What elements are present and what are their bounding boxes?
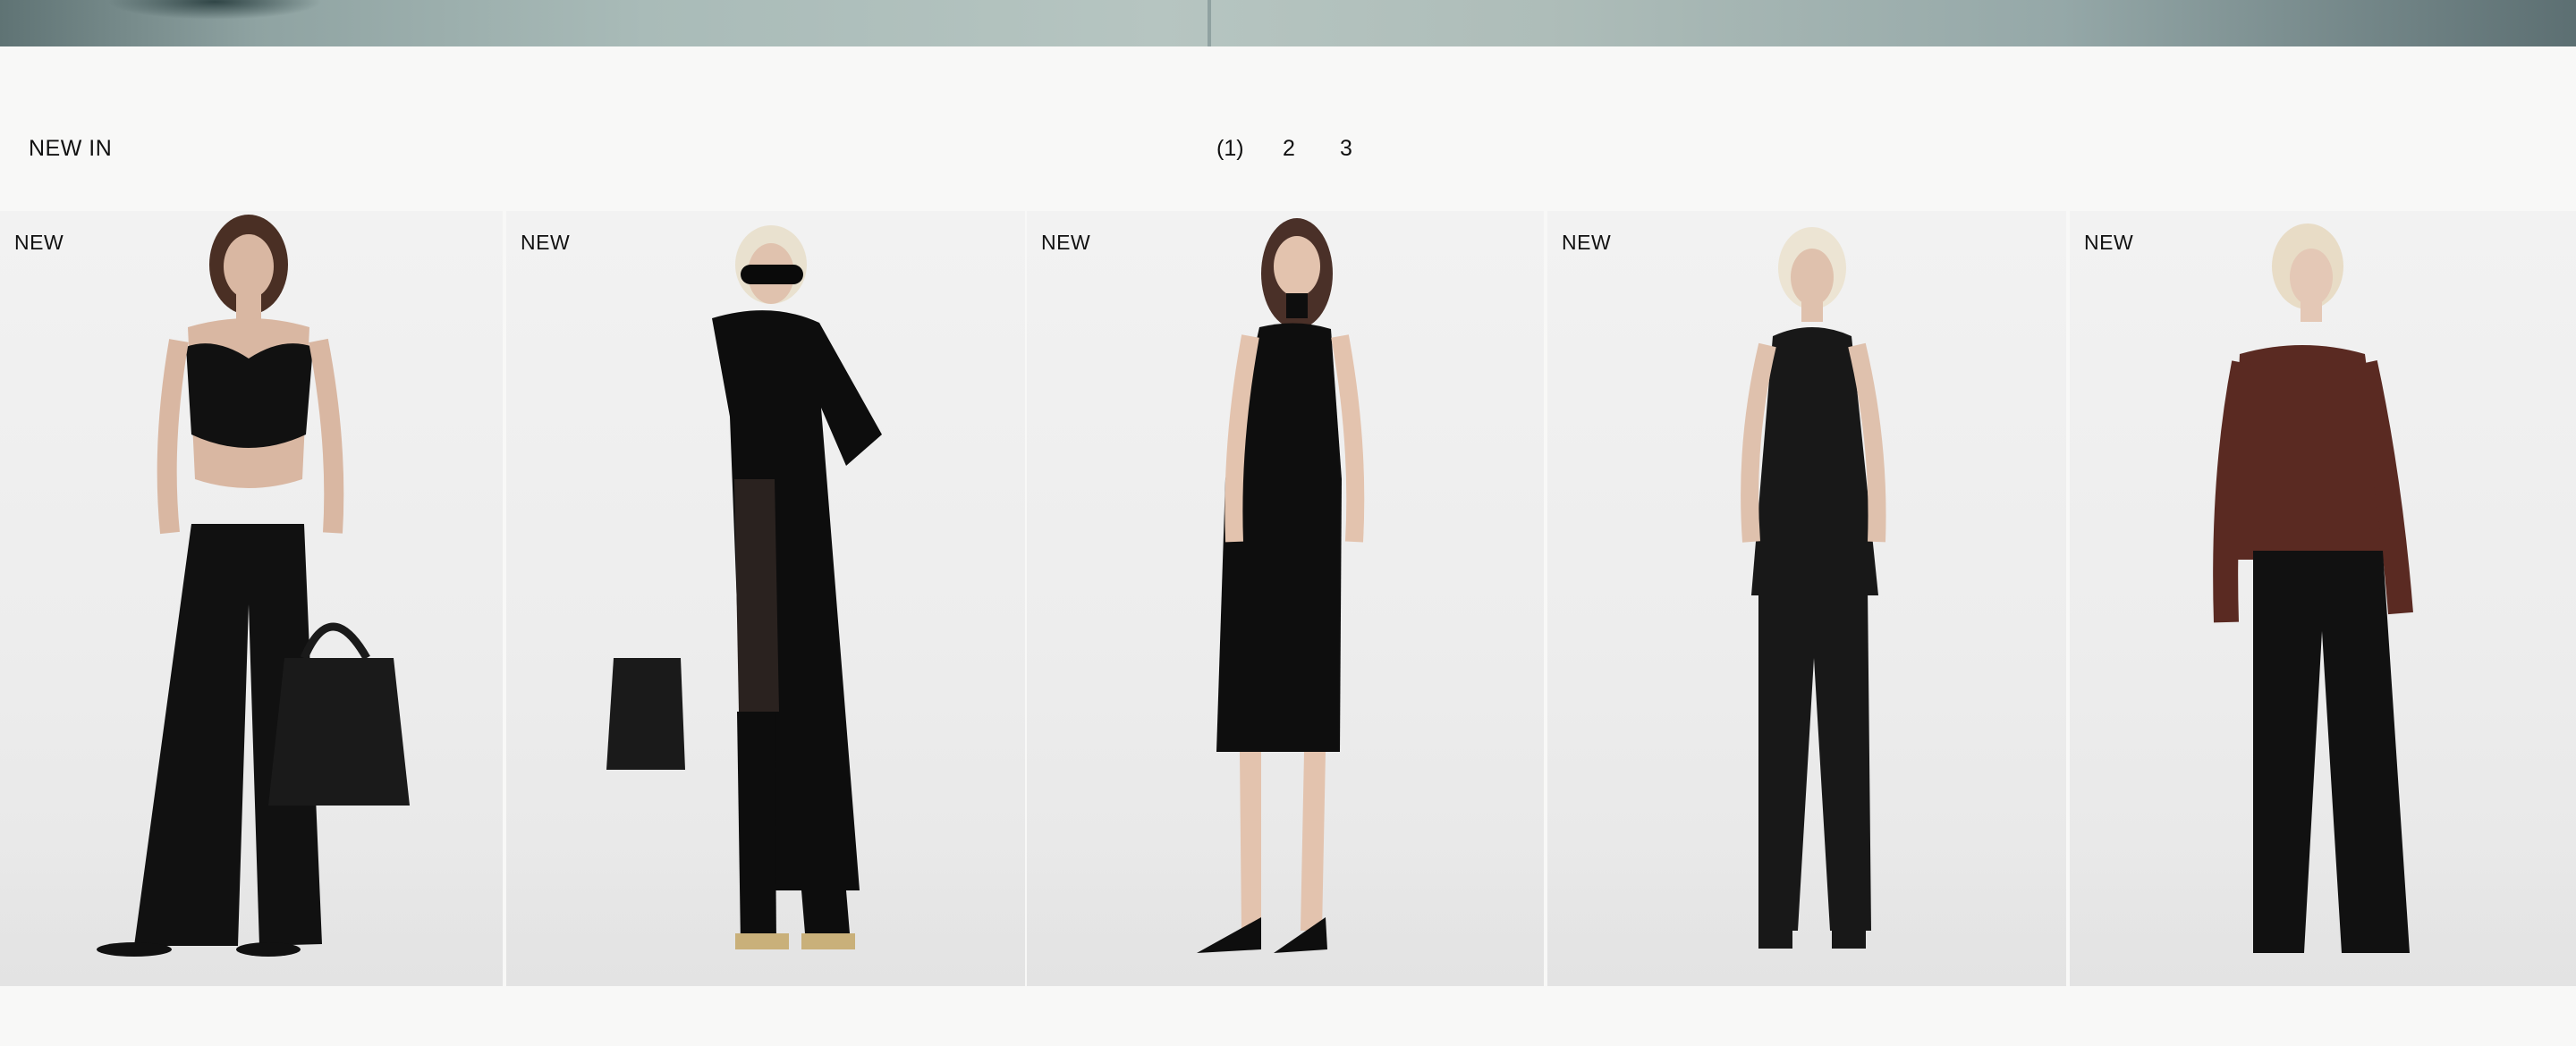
model-figure-1 <box>97 215 410 957</box>
hero-image-seam <box>1208 0 1211 46</box>
page-link-2[interactable]: 2 <box>1283 136 1340 162</box>
page-link-3[interactable]: 3 <box>1340 136 1376 162</box>
new-badge: NEW <box>1562 231 1612 254</box>
new-badge: NEW <box>2084 231 2134 254</box>
model-figure-4 <box>1741 227 1886 949</box>
model-figure-2 <box>606 225 882 949</box>
product-card[interactable]: NEW <box>1027 211 1544 986</box>
product-card[interactable]: NEW <box>1547 211 2066 986</box>
section-bottom-spacer <box>0 986 2576 1046</box>
new-badge: NEW <box>14 231 64 254</box>
product-grid: NEW NEW NEW NEW NEW <box>0 211 2576 986</box>
model-figure-3 <box>1197 218 1365 953</box>
product-card[interactable]: NEW <box>2070 211 2576 986</box>
hero-image-strip[interactable] <box>0 0 2576 46</box>
hero-image-shadow <box>107 0 322 20</box>
product-card[interactable]: NEW <box>0 211 503 986</box>
new-badge: NEW <box>521 231 571 254</box>
new-badge: NEW <box>1041 231 1091 254</box>
page-link-1[interactable]: (1) <box>1216 136 1283 162</box>
product-card[interactable]: NEW <box>506 211 1025 986</box>
pagination: (1) 2 3 <box>1216 136 1376 162</box>
section-title: NEW IN <box>29 136 113 161</box>
model-figure-5 <box>2213 224 2413 953</box>
section-header <box>0 46 2576 211</box>
